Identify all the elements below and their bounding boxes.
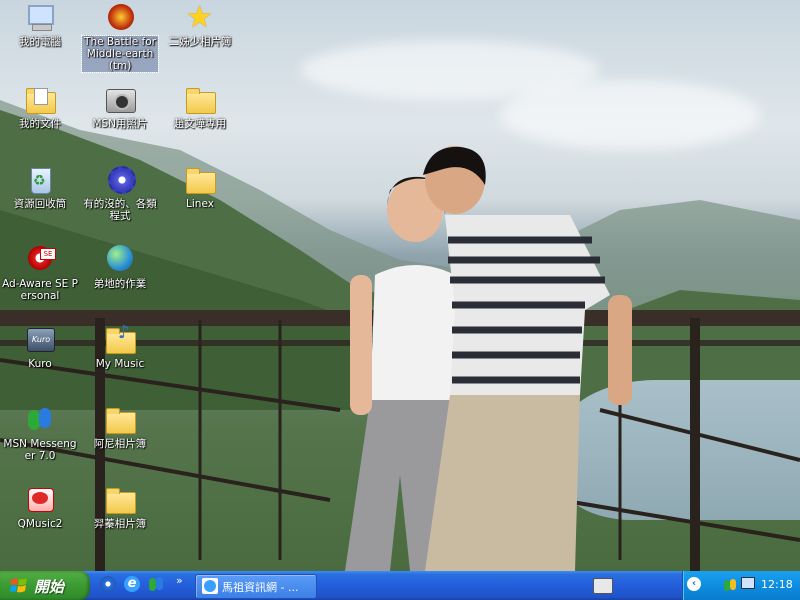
desktop-icon-second-sister-album[interactable]: ★ 二姊少相片簿 [162, 0, 238, 48]
gear-icon [104, 164, 136, 196]
desktop-icon-recycle-bin[interactable]: ♻ 資源回收筒 [2, 164, 78, 210]
my-computer-icon [24, 2, 56, 34]
desktop-icon-battle-middle-earth[interactable]: The Battle for Middle-earth (tm) [81, 2, 159, 73]
volume-icon[interactable] [705, 577, 721, 593]
quick-launch-overflow[interactable]: » [176, 574, 183, 587]
icon-label: 我的電腦 [19, 36, 61, 48]
icon-label: The Battle for Middle-earth (tm) [81, 35, 159, 73]
desktop-icon-misc-programs[interactable]: 有的沒的、各類程式 [82, 164, 158, 222]
star-icon: ★ [186, 0, 213, 35]
task-button-label: 馬祖資訊網 - ... [222, 581, 299, 594]
taskbar[interactable]: 開始 e » 馬祖資訊網 - ... ‹ 12:18 [0, 571, 800, 600]
clock[interactable]: 12:18 [761, 578, 793, 591]
monitor-icon[interactable] [741, 577, 757, 593]
show-hidden-icons-button[interactable]: ‹ [687, 577, 701, 591]
start-label: 開始 [34, 578, 65, 596]
icon-label: 有的沒的、各類程式 [83, 198, 157, 222]
my-documents-icon [24, 84, 56, 116]
icon-label: Linex [186, 198, 214, 210]
desktop[interactable]: 我的電腦 The Battle for Middle-earth (tm) ★ … [0, 0, 800, 571]
globe-icon [104, 244, 136, 276]
battle-middle-earth-icon [104, 2, 136, 34]
icon-label: Kuro [28, 358, 52, 370]
desktop-icon-msn-photos[interactable]: MSN用照片 [82, 84, 158, 130]
msn-icon[interactable] [148, 576, 166, 594]
desktop-icon-ani-album[interactable]: 阿尼相片簿 [82, 404, 158, 450]
desktop-icon-kuro[interactable]: Kuro Kuro [2, 324, 78, 370]
icon-label: My Music [95, 358, 145, 370]
icon-label: 我的文件 [19, 118, 61, 130]
camera-icon [104, 84, 136, 116]
desktop-icon-linex[interactable]: Linex [162, 164, 238, 210]
folder-icon [184, 164, 216, 196]
icon-label: 二姊少相片簿 [168, 36, 232, 48]
system-tray[interactable]: ‹ 12:18 [682, 571, 800, 600]
folder-icon [104, 404, 136, 436]
media-icon[interactable] [100, 576, 118, 594]
qmusic-icon [24, 484, 56, 516]
icon-label: 弟地的作業 [93, 278, 147, 290]
icon-label: 資源回收筒 [13, 198, 67, 210]
desktop-icon-ad-aware[interactable]: SE Ad-Aware SE Personal [2, 244, 78, 302]
desktop-icon-my-music[interactable]: ♪ My Music [82, 322, 158, 370]
icon-label: 羿蓁相片簿 [93, 518, 147, 530]
desktop-icon-yizhen-album[interactable]: 羿蓁相片簿 [82, 484, 158, 530]
recycle-bin-icon: ♻ [24, 164, 56, 196]
photo-couple [345, 146, 632, 571]
music-folder-icon: ♪ [104, 322, 136, 356]
icon-label: Ad-Aware SE Personal [2, 278, 78, 302]
icon-label: QMusic2 [17, 518, 63, 530]
ie-icon[interactable]: e [124, 576, 142, 594]
keyboard-icon[interactable] [593, 578, 613, 594]
kuro-icon: Kuro [24, 324, 56, 356]
desktop-icon-qmusic[interactable]: QMusic2 [2, 484, 78, 530]
network-icon[interactable] [723, 577, 739, 593]
desktop-icon-brother-homework[interactable]: 弟地的作業 [82, 244, 158, 290]
desktop-icon-my-computer[interactable]: 我的電腦 [2, 2, 78, 48]
icon-label: 阿尼相片簿 [93, 438, 147, 450]
desktop-icon-msn-messenger[interactable]: MSN Messenger 7.0 [2, 404, 78, 462]
folder-icon [184, 84, 216, 116]
desktop-icon-zhao-folder[interactable]: 趙文嘩專用 [162, 84, 238, 130]
start-button[interactable]: 開始 [0, 571, 90, 600]
windows-flag-icon [10, 578, 27, 593]
folder-icon [104, 484, 136, 516]
icon-label: MSN用照片 [92, 118, 148, 130]
icon-label: 趙文嘩專用 [173, 118, 227, 130]
ad-aware-icon: SE [24, 244, 56, 276]
icon-label: MSN Messenger 7.0 [3, 438, 77, 462]
ie-window-icon [202, 578, 218, 594]
task-button-matsu-info[interactable]: 馬祖資訊網 - ... [195, 574, 317, 599]
msn-messenger-icon [24, 404, 56, 436]
desktop-icon-my-documents[interactable]: 我的文件 [2, 84, 78, 130]
